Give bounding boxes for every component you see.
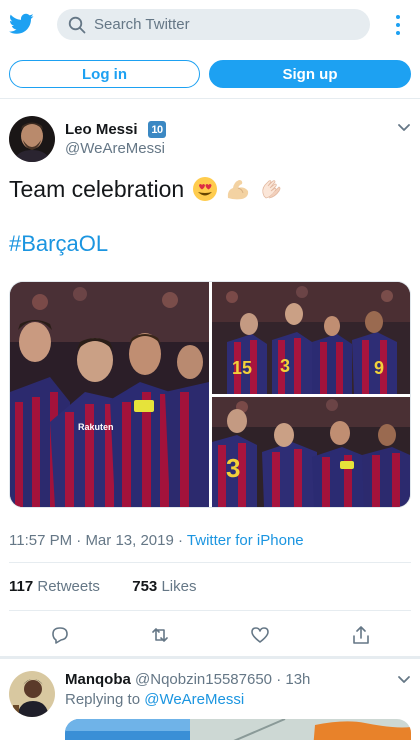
retweets-stat[interactable]: 117 Retweets	[9, 578, 100, 595]
search-input[interactable]	[94, 9, 354, 40]
retweet-icon[interactable]	[149, 624, 171, 646]
tweet-stats: 117 Retweets 753 Likes	[9, 578, 196, 595]
hashtag-link[interactable]: #BarçaOL	[9, 231, 108, 257]
signup-button[interactable]: Sign up	[209, 60, 411, 88]
author-avatar[interactable]	[9, 116, 55, 162]
tweet-time[interactable]: 11:57 PM	[9, 532, 72, 549]
number-badge: 10	[148, 121, 166, 138]
retweets-count: 117	[9, 578, 34, 595]
top-bar	[0, 0, 420, 50]
reply-icon[interactable]	[49, 624, 71, 646]
likes-count: 753	[132, 578, 158, 595]
tweet-source-link[interactable]: Twitter for iPhone	[187, 532, 304, 549]
tweet-text: Team celebration	[9, 176, 284, 203]
replying-mention-link[interactable]: @WeAreMessi	[144, 691, 244, 708]
svg-text:3: 3	[226, 453, 240, 483]
tweet-actions	[0, 620, 420, 650]
reply-author-name[interactable]: Manqoba	[65, 671, 131, 688]
twitter-bird-icon[interactable]	[9, 13, 34, 35]
clapping-hands-emoji	[262, 180, 281, 199]
search-icon	[68, 16, 86, 34]
tweet-photo[interactable]: 15 3 9	[212, 282, 410, 394]
tweet-media-grid: Rakuten 15 3 9 3	[9, 281, 411, 508]
heart-eyes-emoji	[192, 177, 217, 201]
likes-stat[interactable]: 753 Likes	[132, 578, 196, 595]
tweet-text-body: Team celebration	[9, 176, 185, 202]
like-icon[interactable]	[249, 624, 271, 646]
replying-to: Replying to @WeAreMessi	[65, 691, 244, 708]
replying-label: Replying to	[65, 691, 141, 708]
likes-label: Likes	[161, 578, 197, 595]
reply-author-handle[interactable]: @Nqobzin15587650	[135, 671, 272, 688]
svg-text:Rakuten: Rakuten	[78, 422, 114, 432]
reply-author-avatar[interactable]	[9, 671, 55, 717]
author-handle[interactable]: @WeAreMessi	[65, 140, 165, 157]
divider	[9, 610, 411, 611]
section-divider	[0, 656, 420, 659]
reply-header: Manqoba @Nqobzin15587650 · 13h	[65, 671, 311, 688]
share-icon[interactable]	[350, 624, 372, 646]
svg-text:3: 3	[280, 356, 290, 376]
chevron-down-icon[interactable]	[397, 675, 411, 685]
reply-photo[interactable]	[65, 719, 411, 740]
divider	[0, 98, 420, 99]
tweet-timestamp: 11:57 PM · Mar 13, 2019 · Twitter for iP…	[9, 532, 304, 549]
flexed-biceps-emoji	[227, 180, 249, 200]
retweets-label: Retweets	[37, 578, 100, 595]
svg-text:15: 15	[232, 358, 252, 378]
svg-text:9: 9	[374, 358, 384, 378]
vertical-dots-icon[interactable]	[392, 14, 404, 36]
author-name[interactable]: Leo Messi	[65, 121, 138, 138]
tweet-photo[interactable]: 3	[212, 397, 410, 507]
login-button[interactable]: Log in	[9, 60, 200, 88]
divider	[9, 562, 411, 563]
search-box[interactable]	[57, 9, 370, 40]
tweet-date[interactable]: Mar 13, 2019	[85, 532, 173, 549]
reply-time[interactable]: 13h	[285, 671, 310, 688]
chevron-down-icon[interactable]	[397, 123, 411, 133]
tweet-photo[interactable]: Rakuten	[10, 282, 209, 507]
